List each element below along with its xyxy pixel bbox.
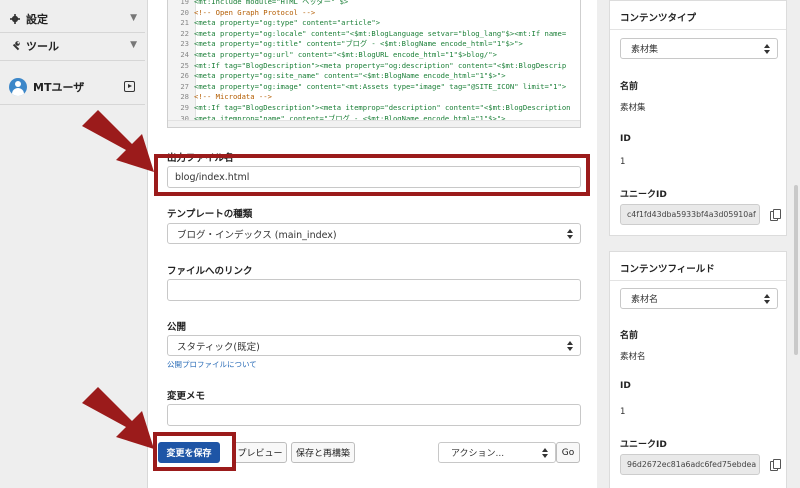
user-name: MTユーザ — [33, 81, 85, 94]
user-menu[interactable]: MTユーザ — [0, 74, 145, 100]
line-number: 23 — [180, 39, 189, 49]
line-number: 24 — [180, 50, 189, 59]
line-number: 20 — [180, 7, 189, 17]
code-text: <!-- Open Graph Protocol --> — [194, 7, 316, 17]
content-type-card: コンテンツタイプ 素材集 名前 素材集 ID 1 ユニークID c4f1fd43… — [609, 0, 787, 236]
action-select[interactable]: アクション... — [438, 442, 556, 463]
content-type-select[interactable]: 素材集 — [620, 38, 778, 59]
select-arrows-icon — [764, 44, 770, 55]
change-memo-label: 変更メモ — [167, 391, 206, 402]
code-line: 25 <mt:If tag="BlogDescription"><meta pro… — [168, 61, 578, 72]
content-type-title: コンテンツタイプ — [620, 13, 697, 24]
content-type-name-value: 素材集 — [620, 103, 646, 113]
code-text: <meta property="og:image" content="<mt:A… — [194, 81, 567, 91]
content-field-uid-field[interactable]: 96d2672ec81a6adc6fed75ebdea — [620, 454, 760, 475]
content-field-name-label: 名前 — [620, 331, 639, 341]
code-line: 22 <meta property="og:locale" content="<$… — [168, 29, 578, 40]
code-line: 20 <!-- Open Graph Protocol --> — [168, 8, 578, 19]
action-select-value: アクション... — [451, 449, 505, 459]
select-arrows-icon — [542, 448, 548, 459]
content-type-id-value: 1 — [620, 157, 626, 167]
content-field-select[interactable]: 素材名 — [620, 288, 778, 309]
preview-button[interactable]: プレビュー — [233, 442, 287, 463]
code-text: <meta property="og:type" content="articl… — [194, 18, 381, 28]
line-number: 21 — [180, 18, 189, 28]
publish-value: スタティック(既定) — [177, 341, 260, 353]
red-arrow-icon — [82, 387, 154, 449]
code-text: <mt:If tag="BlogDescription"><meta itemp… — [194, 103, 571, 112]
code-line: 28 <!-- Microdata --> — [168, 92, 578, 103]
content-field-card: コンテンツフィールド 素材名 名前 素材名 ID 1 ユニークID 96d267… — [609, 251, 787, 488]
code-line: 21 <meta property="og:type" content="arti… — [168, 18, 578, 29]
horizontal-scrollbar[interactable] — [168, 120, 580, 127]
sidebar-item-tools[interactable]: ツール ▼ — [0, 33, 145, 59]
content-type-uid-label: ユニークID — [620, 190, 667, 200]
code-text: <meta property="og:site_name" content="<… — [194, 71, 506, 81]
sidebar-divider — [0, 104, 145, 105]
avatar — [9, 78, 27, 96]
copy-icon[interactable] — [770, 459, 781, 471]
sidebar-item-label: 設定 — [26, 13, 48, 26]
code-line: 27 <meta property="og:image" content="<mt… — [168, 82, 578, 93]
code-text: <meta property="og:locale" content="<$mt… — [194, 28, 567, 38]
save-and-rebuild-button[interactable]: 保存と再構築 — [291, 442, 355, 463]
template-code-editor[interactable]: 19 <mt:Include module="HTML ヘッダー" $> 20 <!-… — [167, 0, 581, 128]
code-line: 19 <mt:Include module="HTML ヘッダー" $> — [168, 0, 578, 8]
code-text: <meta property="og:title" content="ブログ -… — [194, 39, 523, 49]
chevron-down-icon: ▼ — [130, 40, 137, 50]
chevron-down-icon: ▼ — [130, 13, 137, 23]
wrench-icon — [10, 41, 20, 51]
content-field-select-value: 素材名 — [631, 295, 659, 305]
content-field-uid-label: ユニークID — [620, 440, 667, 450]
go-button[interactable]: Go — [556, 442, 580, 463]
highlight-output-file — [154, 154, 590, 196]
line-number: 29 — [180, 103, 189, 112]
line-number: 27 — [180, 81, 189, 91]
change-memo-input[interactable] — [167, 404, 581, 426]
template-edit-form: 19 <mt:Include module="HTML ヘッダー" $> 20 <!-… — [148, 0, 597, 488]
template-type-label: テンプレートの種類 — [167, 209, 253, 220]
code-line: 29 <mt:If tag="BlogDescription"><meta ite… — [168, 103, 578, 114]
file-link-input[interactable] — [167, 279, 581, 301]
copy-icon[interactable] — [770, 209, 781, 221]
content-field-id-label: ID — [620, 381, 631, 391]
publish-select[interactable]: スタティック(既定) — [167, 335, 581, 356]
red-arrow-icon — [82, 110, 154, 172]
line-number: 25 — [180, 60, 189, 70]
template-type-select[interactable]: ブログ・インデックス (main_index) — [167, 223, 581, 244]
select-arrows-icon — [567, 229, 573, 240]
code-line: 24 <meta property="og:url" content="<$mt:… — [168, 50, 578, 61]
line-number: 26 — [180, 71, 189, 81]
sidebar-divider — [0, 60, 145, 61]
file-link-label: ファイルへのリンク — [167, 266, 253, 277]
code-line: 23 <meta property="og:title" content="ブログ… — [168, 39, 578, 50]
sidebar-item-label: ツール — [26, 40, 59, 53]
content-type-uid-field[interactable]: c4f1fd43dba5933bf4a3d05910af — [620, 204, 760, 225]
publish-label: 公開 — [167, 322, 187, 333]
content-type-select-value: 素材集 — [631, 45, 659, 55]
gear-icon — [10, 14, 20, 24]
code-line: 26 <meta property="og:site_name" content=… — [168, 71, 578, 82]
code-text: <meta property="og:url" content="<$mt:Bl… — [194, 50, 497, 59]
template-type-value: ブログ・インデックス (main_index) — [177, 229, 337, 241]
scrollbar-thumb[interactable] — [794, 185, 798, 355]
content-field-title: コンテンツフィールド — [620, 264, 715, 275]
select-arrows-icon — [764, 294, 770, 305]
line-number: 28 — [180, 92, 189, 102]
publish-profile-help-link[interactable]: 公開プロファイルについて — [167, 359, 257, 370]
code-text: <mt:Include module="HTML ヘッダー" $> — [194, 0, 349, 6]
content-type-id-label: ID — [620, 134, 631, 144]
line-number: 22 — [180, 28, 189, 38]
content-field-name-value: 素材名 — [620, 352, 646, 362]
code-text: <mt:If tag="BlogDescription"><meta prope… — [194, 60, 567, 70]
card-divider — [610, 29, 786, 30]
sidebar-item-settings[interactable]: 設定 ▼ — [0, 6, 145, 32]
content-type-name-label: 名前 — [620, 82, 639, 92]
select-arrows-icon — [567, 341, 573, 352]
code-text: <!-- Microdata --> — [194, 92, 272, 102]
line-number: 19 — [180, 0, 189, 6]
content-field-id-value: 1 — [620, 407, 626, 417]
expand-panel-icon[interactable] — [124, 81, 135, 92]
card-divider — [610, 280, 786, 281]
